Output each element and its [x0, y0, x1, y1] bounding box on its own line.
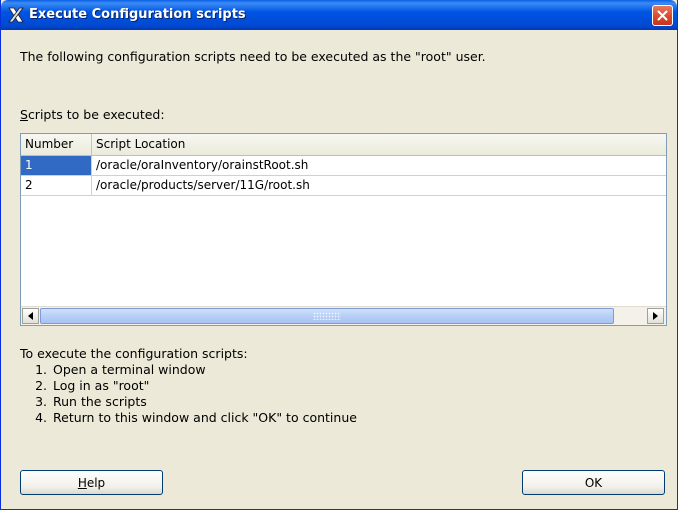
help-button-accel: H — [77, 475, 87, 490]
instruction-step: Log in as "root" — [51, 378, 357, 394]
ok-button[interactable]: OK — [522, 470, 665, 495]
scroll-thumb[interactable] — [40, 308, 614, 324]
dialog-window: Execute Configuration scripts The follow… — [0, 0, 678, 510]
table-row[interactable]: 2 /oracle/products/server/11G/root.sh — [21, 176, 666, 196]
instructions-list: Open a terminal window Log in as "root" … — [20, 362, 357, 426]
instruction-step: Return to this window and click "OK" to … — [51, 410, 357, 426]
row-location-cell[interactable]: /oracle/products/server/11G/root.sh — [92, 176, 666, 195]
instructions-heading: To execute the configuration scripts: — [20, 346, 248, 361]
column-header-script-location[interactable]: Script Location — [92, 134, 666, 155]
intro-text: The following configuration scripts need… — [20, 49, 486, 64]
scripts-label-accel: S — [20, 107, 28, 122]
column-header-number[interactable]: Number — [21, 134, 92, 155]
horizontal-scrollbar[interactable] — [21, 306, 666, 325]
row-number-cell[interactable]: 2 — [21, 176, 92, 195]
table-header: Number Script Location — [21, 134, 666, 156]
arrow-right-icon — [653, 312, 658, 320]
row-number-cell[interactable]: 1 — [21, 156, 92, 175]
scripts-label-rest: cripts to be executed: — [27, 107, 165, 122]
close-icon — [657, 10, 668, 21]
arrow-left-icon — [28, 312, 33, 320]
x-logo-icon — [8, 7, 24, 23]
instructions: To execute the configuration scripts: Op… — [20, 346, 357, 426]
scripts-label: Scripts to be executed: — [20, 107, 165, 122]
close-button[interactable] — [652, 5, 673, 26]
help-button-rest: elp — [86, 475, 106, 490]
title-bar[interactable]: Execute Configuration scripts — [1, 0, 677, 30]
row-location-cell[interactable]: /oracle/oraInventory/orainstRoot.sh — [92, 156, 666, 175]
instruction-step: Open a terminal window — [51, 362, 357, 378]
scroll-right-button[interactable] — [647, 308, 664, 324]
help-button[interactable]: Help — [20, 470, 163, 495]
scripts-table: Number Script Location 1 /oracle/oraInve… — [20, 133, 667, 326]
window-title: Execute Configuration scripts — [29, 7, 246, 22]
instruction-step: Run the scripts — [51, 394, 357, 410]
table-row[interactable]: 1 /oracle/oraInventory/orainstRoot.sh — [21, 156, 666, 176]
scroll-left-button[interactable] — [22, 308, 39, 324]
grip-icon — [313, 312, 341, 320]
